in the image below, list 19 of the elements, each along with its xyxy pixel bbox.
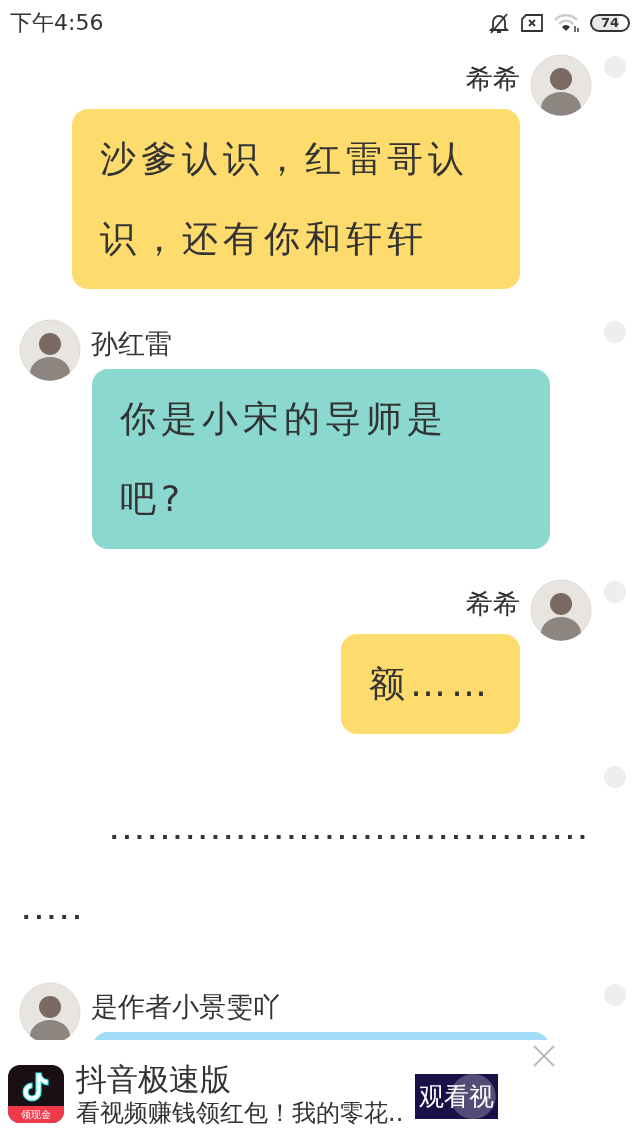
sender-name: 希希: [466, 62, 520, 96]
battery-icon: 74: [589, 14, 630, 32]
sender-name: 是作者小景雯吖: [91, 990, 280, 1024]
music-note-icon: [21, 1071, 51, 1103]
close-icon[interactable]: [532, 1044, 556, 1068]
ad-subtitle: 看视频赚钱领红包！我的零花..: [76, 1098, 404, 1128]
sender-name: 希希: [466, 587, 520, 621]
bell-off-icon: [487, 11, 510, 35]
message-bubble: 沙爹认识，红雷哥认识，还有你和轩轩: [72, 109, 520, 289]
narration-text: ...........................................: [21, 818, 592, 926]
ad-title: 抖音极速版: [76, 1060, 232, 1098]
watch-button[interactable]: 观看视: [415, 1073, 499, 1119]
sender-name: 孙红雷: [91, 327, 172, 361]
status-time: 下午4:56: [10, 9, 104, 37]
ad-badge: 领现金: [8, 1106, 64, 1123]
message-bubble: 你是小宋的导师是吧?: [92, 369, 550, 549]
wifi-icon: [553, 13, 580, 33]
sim-card-icon: [519, 13, 544, 33]
message-bubble: 额……: [341, 634, 520, 734]
